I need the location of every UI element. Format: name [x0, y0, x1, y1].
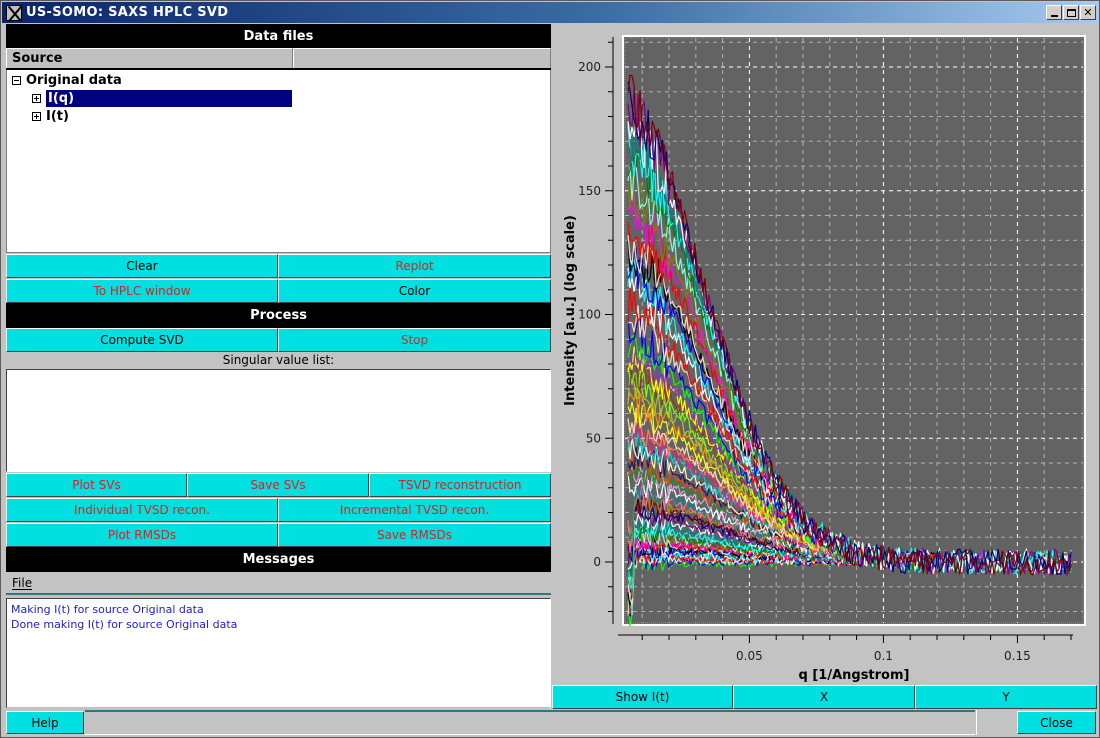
expand-icon[interactable]	[32, 112, 41, 121]
x-tick-label: 0.1	[874, 649, 893, 663]
y-axis-button[interactable]: Y	[915, 685, 1097, 709]
y-tick-label: 0	[593, 555, 601, 569]
minimize-button[interactable]	[1046, 5, 1062, 20]
app-window: US-SOMO: SAXS HPLC SVD ✕ Data files Sour…	[0, 0, 1100, 738]
file-menu[interactable]: File	[12, 576, 32, 590]
messages-box[interactable]: Making I(t) for source Original data Don…	[6, 598, 551, 708]
status-bar	[85, 710, 975, 735]
tree-item-label: Original data	[26, 73, 122, 88]
to-hplc-window-button[interactable]: To HPLC window	[6, 279, 278, 303]
color-button[interactable]: Color	[278, 279, 551, 303]
y-tick-label: 200	[578, 60, 601, 74]
column-blank[interactable]	[293, 48, 551, 68]
tsvd-reconstruction-button[interactable]: TSVD reconstruction	[369, 473, 551, 497]
tree-item-label: I(t)	[46, 109, 69, 124]
tree-item-label: I(q)	[46, 90, 292, 107]
tree-item-original-data[interactable]: Original data	[12, 72, 122, 89]
show-it-button[interactable]: Show I(t)	[552, 685, 733, 709]
expand-icon[interactable]	[32, 94, 41, 103]
close-icon: ✕	[1083, 6, 1093, 19]
data-files-header: Data files	[6, 24, 551, 48]
title-bar[interactable]: US-SOMO: SAXS HPLC SVD ✕	[2, 2, 1099, 23]
incremental-tsvd-button[interactable]: Incremental TVSD recon.	[278, 498, 551, 522]
maximize-button[interactable]	[1063, 5, 1079, 20]
y-axis-label: Intensity [a.u.] (log scale)	[563, 215, 578, 406]
x-window-icon	[6, 4, 22, 21]
status-bar-secondary	[976, 710, 1016, 735]
singular-value-list-label: Singular value list:	[222, 353, 335, 367]
help-button[interactable]: Help	[6, 711, 84, 734]
x-tick-label: 0.05	[736, 649, 763, 663]
y-tick-label: 150	[578, 184, 601, 198]
x-axis-label: q [1/Angstrom]	[799, 668, 910, 683]
maximize-icon	[1066, 8, 1076, 17]
x-tick-label: 0.15	[1004, 649, 1031, 663]
save-rmsds-button[interactable]: Save RMSDs	[278, 523, 551, 547]
tree-item-iq[interactable]: I(q)	[32, 90, 292, 107]
messages-header: Messages	[6, 547, 551, 572]
intensity-plot[interactable]: 0.05 0.1 0.15 q [1/Angstrom] 0 50 100 150 200 Int…	[552, 24, 1098, 684]
y-tick-label: 50	[586, 431, 601, 445]
plot-rmsds-button[interactable]: Plot RMSDs	[6, 523, 278, 547]
minimize-icon	[1050, 15, 1058, 17]
window-title: US-SOMO: SAXS HPLC SVD	[26, 5, 229, 20]
tree-item-it[interactable]: I(t)	[32, 108, 69, 125]
replot-button[interactable]: Replot	[278, 254, 551, 278]
compute-svd-button[interactable]: Compute SVD	[6, 328, 278, 352]
message-line: Making I(t) for source Original data	[11, 603, 204, 616]
clear-button[interactable]: Clear	[6, 254, 278, 278]
close-button[interactable]: Close	[1017, 711, 1096, 734]
plot-canvas	[624, 37, 1084, 624]
messages-menubar: File	[6, 573, 551, 595]
process-header: Process	[6, 303, 551, 328]
tree-column-header: Source	[6, 48, 551, 70]
close-window-button[interactable]: ✕	[1080, 5, 1096, 20]
singular-value-list[interactable]	[6, 369, 551, 472]
column-source[interactable]: Source	[6, 48, 293, 68]
stop-button[interactable]: Stop	[278, 328, 551, 352]
x-axis-button[interactable]: X	[733, 685, 915, 709]
save-svs-button[interactable]: Save SVs	[187, 473, 369, 497]
plot-svs-button[interactable]: Plot SVs	[6, 473, 187, 497]
plot-panel: 0.05 0.1 0.15 q [1/Angstrom] 0 50 100 150 200 Int…	[552, 24, 1098, 684]
collapse-icon[interactable]	[12, 76, 21, 85]
individual-tsvd-button[interactable]: Individual TVSD recon.	[6, 498, 278, 522]
message-line: Done making I(t) for source Original dat…	[11, 618, 238, 631]
y-tick-label: 100	[578, 308, 601, 322]
